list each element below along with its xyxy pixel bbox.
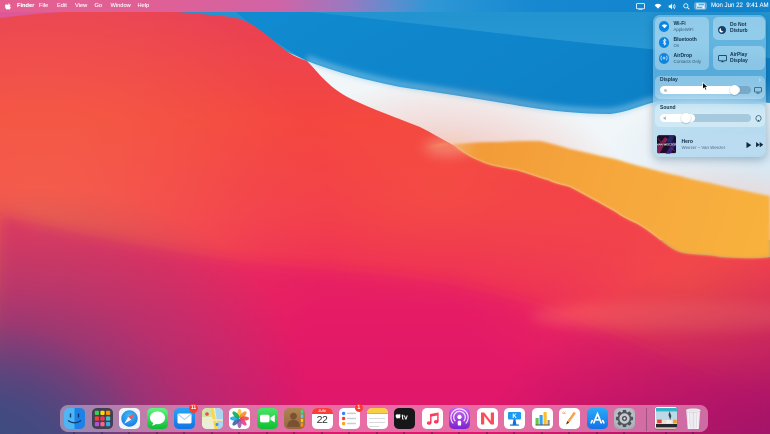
- svg-text:tv: tv: [402, 415, 408, 422]
- svg-text:VAN WEEZER: VAN WEEZER: [657, 143, 676, 147]
- svg-text:“: “: [562, 410, 566, 419]
- svg-text:K: K: [512, 414, 517, 420]
